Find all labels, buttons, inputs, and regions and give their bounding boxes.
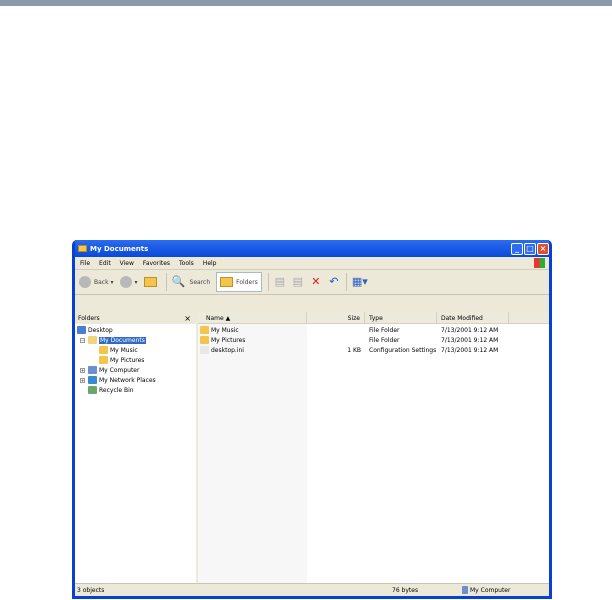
back-arrow-icon [79, 276, 91, 288]
delete-icon[interactable]: ✕ [310, 276, 322, 288]
menu-tools[interactable]: Tools [179, 260, 194, 267]
tree-item[interactable]: + My Computer [77, 365, 196, 375]
tree-item[interactable]: Desktop [77, 325, 196, 335]
undo-icon[interactable]: ↶ [328, 276, 340, 288]
tree-item-label: My Documents [99, 336, 146, 344]
file-type: Configuration Settings [369, 346, 437, 354]
views-icon[interactable]: ▦▾ [352, 276, 368, 288]
file-row[interactable]: My Music File Folder 7/13/2001 9:12 AM [198, 325, 549, 335]
file-date: 7/13/2001 9:12 AM [441, 346, 499, 354]
forward-button[interactable]: ▾ [119, 276, 138, 288]
file-type: File Folder [369, 336, 400, 344]
tree-item[interactable]: My Music [77, 345, 196, 355]
file-name: My Pictures [211, 336, 246, 344]
column-size[interactable]: Size [307, 312, 365, 323]
tree-item[interactable]: − My Documents [77, 335, 196, 345]
search-label: Search [189, 278, 211, 286]
file-icon [200, 336, 209, 344]
move-to-icon[interactable]: ▤ [274, 276, 286, 288]
minimize-button[interactable]: _ [511, 242, 523, 255]
folders-pane-title: Folders [78, 314, 100, 322]
tree-item-label: My Computer [99, 366, 140, 374]
menu-edit[interactable]: Edit [99, 260, 111, 267]
computer-icon [462, 586, 468, 594]
window-title: My Documents [90, 244, 149, 253]
folder-icon [88, 376, 97, 384]
close-folders-pane-button[interactable]: × [184, 314, 191, 323]
file-type: File Folder [369, 326, 400, 334]
column-name[interactable]: Name ▲ [198, 312, 307, 323]
menu-help[interactable]: Help [203, 260, 217, 267]
tree-item-label: My Network Places [99, 376, 156, 384]
file-name: My Music [211, 326, 239, 334]
tree-item[interactable]: + My Network Places [77, 375, 196, 385]
tree-item[interactable]: My Pictures [77, 355, 196, 365]
folder-icon [78, 245, 87, 252]
folder-icon [88, 366, 97, 374]
title-bar[interactable]: My Documents _ □ × [75, 240, 549, 257]
status-location: My Computer [470, 586, 511, 594]
folder-icon [99, 346, 108, 354]
toolbar: Back ▾ ▾ 🔍 Search Folders ▤ ▤ ✕ ↶ ▦▾ [75, 270, 549, 295]
page-top-band [0, 0, 612, 6]
up-button[interactable] [143, 277, 160, 287]
file-date: 7/13/2001 9:12 AM [441, 336, 499, 344]
expander-icon[interactable]: + [80, 367, 85, 373]
file-row[interactable]: desktop.ini 1 KB Configuration Settings 7/1… [198, 345, 549, 355]
copy-to-icon[interactable]: ▤ [292, 276, 304, 288]
maximize-button[interactable]: □ [524, 242, 536, 255]
search-button[interactable]: 🔍 Search [172, 276, 211, 288]
menu-file[interactable]: File [80, 260, 90, 267]
tree-item-label: Recycle Bin [99, 386, 134, 394]
file-name: desktop.ini [211, 346, 244, 354]
forward-arrow-icon [119, 276, 132, 288]
close-button[interactable]: × [537, 242, 549, 255]
file-list: Name ▲ Size Type Date Modified My Music F… [198, 312, 549, 584]
folder-icon [99, 356, 108, 364]
windows-logo-icon [534, 258, 545, 268]
tree-item-label: Desktop [88, 326, 113, 334]
search-icon: 🔍 [171, 275, 186, 288]
file-row[interactable]: My Pictures File Folder 7/13/2001 9:12 AM [198, 335, 549, 345]
column-headers: Name ▲ Size Type Date Modified [198, 312, 549, 324]
column-date[interactable]: Date Modified [437, 312, 509, 323]
menu-bar: File Edit View Favorites Tools Help [75, 257, 549, 270]
column-type[interactable]: Type [365, 312, 437, 323]
folders-label: Folders [236, 278, 258, 286]
back-label: Back [94, 278, 109, 286]
file-size: 1 KB [347, 346, 361, 354]
menu-favorites[interactable]: Favorites [143, 260, 170, 267]
folder-tree: Desktop − My Documents My Music My Pictures +… [75, 324, 196, 395]
back-button[interactable]: Back ▾ [79, 276, 114, 288]
file-date: 7/13/2001 9:12 AM [441, 326, 499, 334]
folders-pane: Folders × Desktop − My Documents My Music My … [75, 312, 198, 584]
file-icon [200, 326, 209, 334]
file-icon [200, 346, 209, 354]
status-objects: 3 objects [77, 586, 105, 594]
expander-icon[interactable]: − [80, 337, 85, 343]
explorer-window: My Documents _ □ × File Edit View Favori… [72, 240, 552, 599]
status-bar: 3 objects 76 bytes My Computer [75, 583, 549, 596]
folder-icon [77, 326, 86, 334]
folder-up-icon [143, 277, 157, 287]
folder-icon [88, 386, 97, 394]
folders-icon [220, 277, 234, 287]
folders-button[interactable]: Folders [216, 272, 262, 292]
tree-item[interactable]: Recycle Bin [77, 385, 196, 395]
menu-view[interactable]: View [120, 260, 134, 267]
tree-item-label: My Pictures [110, 356, 145, 364]
tree-item-label: My Music [110, 346, 138, 354]
expander-icon[interactable]: + [80, 377, 85, 383]
status-bytes: 76 bytes [392, 586, 419, 594]
folder-icon [88, 336, 97, 344]
